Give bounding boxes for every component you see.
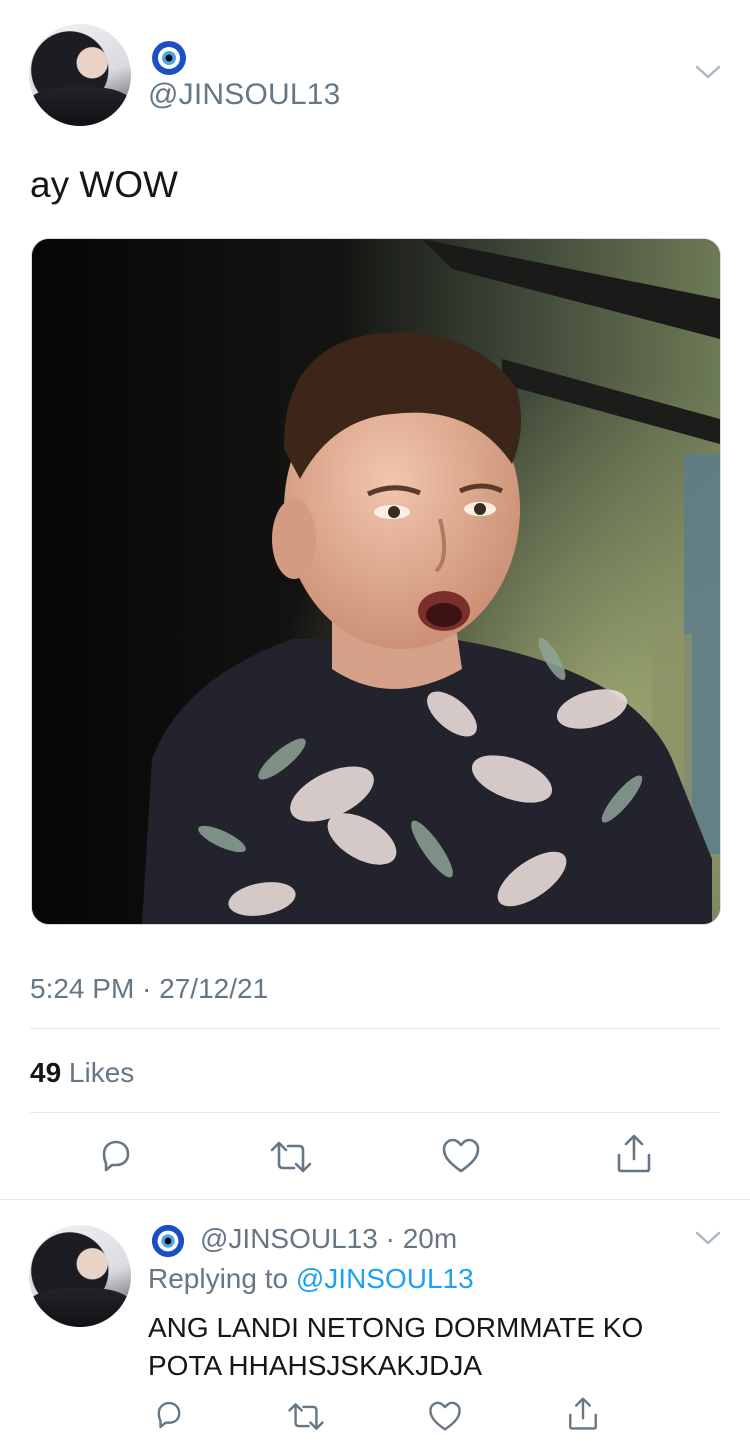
reply-icon[interactable] <box>96 1136 136 1176</box>
likes-label: Likes <box>61 1057 135 1088</box>
like-icon[interactable] <box>427 1400 463 1433</box>
retweet-icon[interactable] <box>268 1138 314 1176</box>
reply-text: ANG LANDI NETONG DORMMATE KO POTA HHAHSJ… <box>148 1312 644 1381</box>
share-icon[interactable] <box>566 1396 600 1432</box>
divider <box>30 1112 720 1113</box>
retweet-icon[interactable] <box>286 1400 326 1433</box>
avatar[interactable] <box>29 24 131 126</box>
share-icon[interactable] <box>614 1133 654 1175</box>
replying-prefix: Replying to <box>148 1263 296 1294</box>
reply-icon[interactable] <box>152 1398 186 1432</box>
tweet-handle[interactable]: @JINSOUL13 <box>148 78 341 112</box>
chevron-down-icon[interactable] <box>694 1228 722 1253</box>
media-illustration <box>32 239 720 924</box>
tweet-media-image[interactable] <box>31 238 721 925</box>
nazar-badge-icon <box>150 39 188 77</box>
likes-count[interactable]: 49 Likes <box>30 1057 134 1089</box>
replying-to: Replying to @JINSOUL13 <box>148 1263 474 1295</box>
likes-number: 49 <box>30 1057 62 1088</box>
reply-handle[interactable]: @JINSOUL13 <box>200 1223 378 1254</box>
reply-header[interactable]: @JINSOUL13 · 20m <box>200 1223 457 1255</box>
tweet-timestamp[interactable]: 5:24 PM · 27/12/21 <box>30 973 268 1005</box>
divider <box>30 1028 720 1029</box>
chevron-down-icon[interactable] <box>694 62 722 87</box>
avatar-shoulder <box>29 87 131 126</box>
replying-to-link[interactable]: @JINSOUL13 <box>296 1263 474 1294</box>
like-icon[interactable] <box>440 1137 482 1175</box>
avatar-shoulder <box>29 1288 131 1327</box>
tweet-text: ay WOW <box>30 164 178 205</box>
reply-avatar[interactable] <box>29 1225 131 1327</box>
reply-time: · 20m <box>377 1223 458 1254</box>
nazar-badge-icon <box>150 1223 186 1259</box>
section-divider <box>0 1199 750 1200</box>
